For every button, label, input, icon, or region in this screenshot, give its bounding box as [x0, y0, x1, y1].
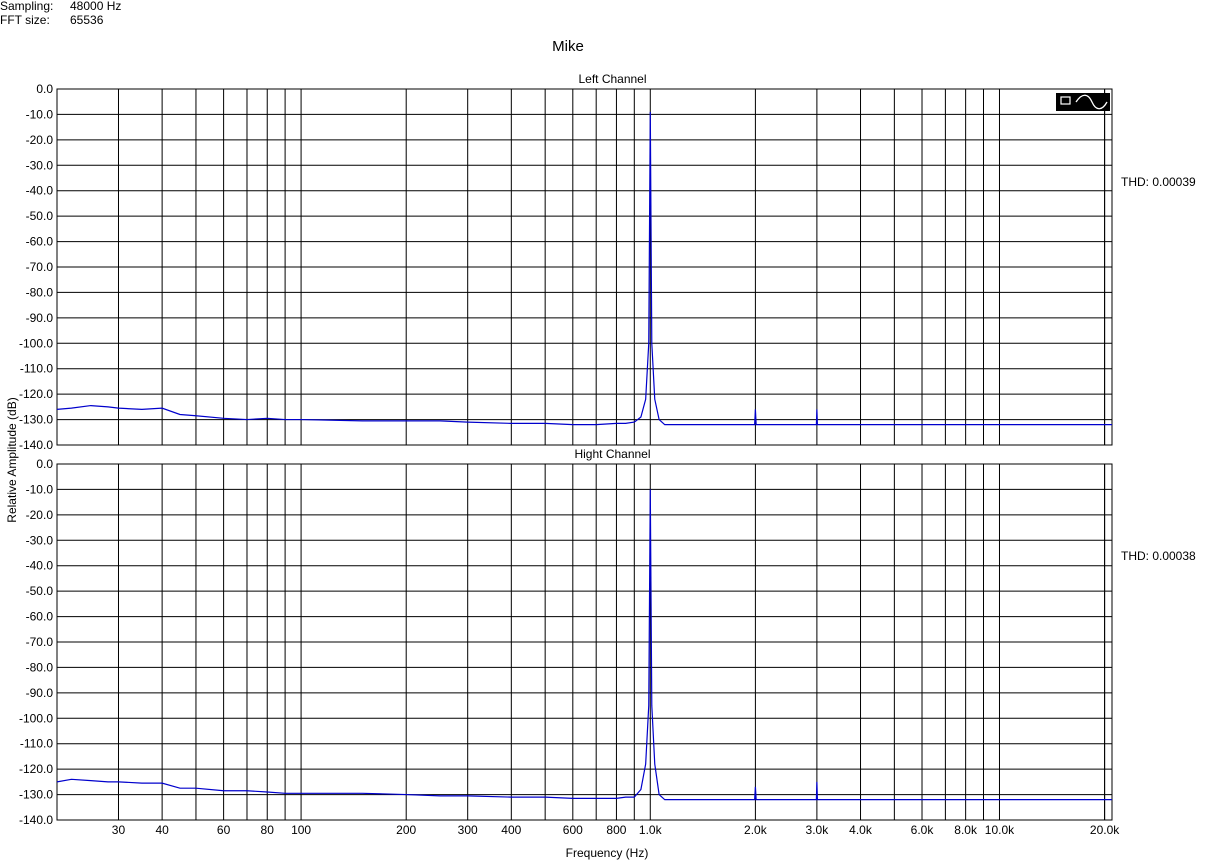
left-channel-thd: THD: 0.00039: [1121, 175, 1196, 189]
hight-y-tick-label: -40.0: [26, 559, 54, 573]
x-tick-label: 80: [261, 823, 275, 837]
x-tick-label: 600: [563, 823, 583, 837]
hight-y-tick-label: -140.0: [19, 813, 53, 827]
hight-channel-thd: THD: 0.00038: [1121, 549, 1196, 563]
x-tick-label: 3.0k: [806, 823, 830, 837]
x-tick-label: 40: [155, 823, 169, 837]
left-y-tick-label: -60.0: [26, 235, 54, 249]
left-y-tick-label: -30.0: [26, 158, 54, 172]
hight-y-tick-label: -60.0: [26, 610, 54, 624]
hight-y-tick-label: -50.0: [26, 584, 54, 598]
hight-y-tick-label: -80.0: [26, 660, 54, 674]
x-tick-label: 20.0k: [1090, 823, 1120, 837]
x-tick-label: 1.0k: [639, 823, 663, 837]
x-tick-label: 30: [112, 823, 126, 837]
hight-y-tick-label: -110.0: [20, 737, 53, 751]
x-tick-label: 100: [291, 823, 311, 837]
hight-y-tick-label: -90.0: [26, 686, 54, 700]
x-tick-label: 2.0k: [744, 823, 768, 837]
hight-y-tick-label: -120.0: [19, 762, 53, 776]
left-y-tick-label: -120.0: [19, 387, 53, 401]
left-y-tick-label: -140.0: [19, 438, 53, 452]
left-channel-title: Left Channel: [578, 72, 646, 86]
x-tick-label: 10.0k: [985, 823, 1015, 837]
x-tick-label: 6.0k: [911, 823, 935, 837]
hight-y-tick-label: -100.0: [19, 711, 53, 725]
left-y-tick-label: -10.0: [26, 107, 54, 121]
x-tick-label: 200: [396, 823, 416, 837]
hight-y-tick-label: -70.0: [26, 635, 54, 649]
hight-y-tick-label: 0.0: [36, 457, 53, 471]
x-axis-label: Frequency (Hz): [565, 846, 649, 860]
x-tick-label: 4.0k: [849, 823, 873, 837]
x-tick-label: 300: [458, 823, 478, 837]
left-y-tick-label: -20.0: [26, 133, 54, 147]
left-y-tick-label: -50.0: [26, 209, 54, 223]
left-y-tick-label: -80.0: [26, 285, 54, 299]
left-y-tick-label: -70.0: [26, 260, 54, 274]
left-y-tick-label: -40.0: [26, 184, 54, 198]
hight-channel-title: Hight Channel: [574, 447, 650, 461]
left-y-tick-label: 0.0: [36, 82, 53, 96]
y-axis-label: Relative Amplitude (dB): [5, 397, 19, 523]
x-tick-label: 8.0k: [954, 823, 978, 837]
hight-y-tick-label: -10.0: [26, 482, 54, 496]
x-tick-label: 800: [606, 823, 626, 837]
x-tick-label: 60: [217, 823, 231, 837]
left-y-tick-label: -130.0: [19, 413, 53, 427]
hight-y-tick-label: -20.0: [26, 508, 54, 522]
left-y-tick-label: -110.0: [20, 362, 53, 376]
left-y-tick-label: -100.0: [19, 336, 53, 350]
x-tick-label: 400: [501, 823, 521, 837]
hight-y-tick-label: -30.0: [26, 533, 54, 547]
hight-y-tick-label: -130.0: [19, 788, 53, 802]
spectrum-plot: 0.0 -10.0 -20.0 -30.0 -40.0 -50.0 -60.0 -70.0 -8…: [19, 72, 1120, 837]
left-y-tick-label: -90.0: [26, 311, 54, 325]
